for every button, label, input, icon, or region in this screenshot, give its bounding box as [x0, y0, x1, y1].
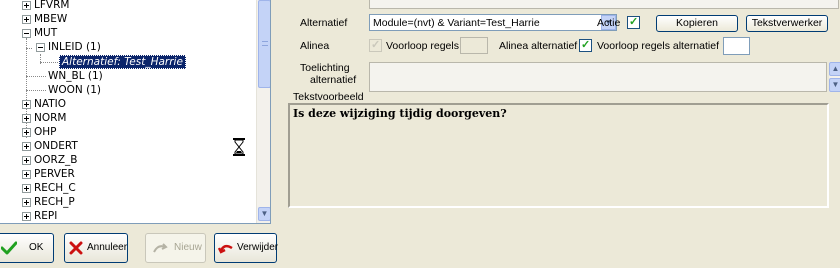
tree-item-label: WOON (1)	[48, 84, 101, 96]
ok-button-label: OK	[29, 242, 44, 253]
expand-plus-icon[interactable]	[22, 1, 31, 10]
tree-item-label: MUT	[34, 27, 58, 39]
new-arrow-icon	[153, 243, 168, 253]
expand-plus-icon[interactable]	[22, 15, 31, 24]
ok-button[interactable]: OK	[0, 233, 54, 263]
voorloop-regels-label: Voorloop regels	[386, 40, 459, 52]
checkmark-icon: ✓	[371, 39, 381, 51]
collapse-minus-icon[interactable]	[22, 29, 31, 38]
expand-plus-icon[interactable]	[22, 170, 31, 179]
tree-item-inleid[interactable]: INLEID (1)	[0, 40, 256, 54]
scroll-up-arrow-icon[interactable]: ▲	[829, 62, 840, 76]
tree-item-mbew[interactable]: MBEW	[0, 12, 256, 26]
alinea-alternatief-label: Alinea alternatief	[499, 40, 578, 52]
tree-item-label: NATIO	[34, 98, 66, 110]
verwijder-button[interactable]: Verwijder	[214, 233, 279, 263]
alternatief-dropdown[interactable]: Module=(nvt) & Variant=Test_Harrie ▼	[369, 14, 617, 31]
hourglass-icon	[233, 138, 245, 156]
tree-item-repi[interactable]: REPI	[0, 209, 256, 223]
expand-plus-icon[interactable]	[22, 156, 31, 165]
scroll-down-arrow-icon[interactable]: ▼	[258, 207, 270, 221]
tree-item-norm[interactable]: NORM	[0, 111, 256, 125]
tree-item-rech-c[interactable]: RECH_C	[0, 181, 256, 195]
annuleer-button[interactable]: Annuleer	[64, 233, 128, 263]
expand-plus-icon[interactable]	[22, 142, 31, 151]
tree-item-mut[interactable]: MUT	[0, 26, 256, 40]
tekstverwerker-button[interactable]: Tekstverwerker	[746, 15, 828, 32]
expand-plus-icon[interactable]	[22, 114, 31, 123]
scroll-down-arrow-icon[interactable]: ▼	[829, 78, 840, 92]
tree-scrollbar[interactable]: ▼	[256, 0, 270, 223]
tekstvoorbeeld-preview: Is deze wijziging tijdig doorgeven?	[288, 103, 829, 208]
tree-item-ohp[interactable]: OHP	[0, 125, 256, 139]
expand-plus-icon[interactable]	[22, 198, 31, 207]
tree-item-alternatief-test-harrie[interactable]: Alternatief: Test_Harrie	[0, 55, 256, 69]
checkmark-icon	[1, 241, 17, 255]
tree-item-rech-p[interactable]: RECH_P	[0, 195, 256, 209]
kopieren-button[interactable]: Kopieren	[656, 15, 738, 32]
alinea-label: Alinea	[300, 40, 330, 52]
tree-item-label: LFVRM	[34, 0, 70, 11]
tree-item-woon[interactable]: WOON (1)	[0, 83, 256, 97]
tree-item-label: PERVER	[34, 168, 75, 180]
tree-item-label: RECH_P	[34, 196, 75, 208]
tree-item-label: OORZ_B	[34, 154, 78, 166]
tree-item-oorz-b[interactable]: OORZ_B	[0, 153, 256, 167]
checkmark-icon: ✓	[581, 39, 591, 51]
checkmark-icon: ✓	[629, 16, 639, 28]
nieuw-button-label: Nieuw	[174, 242, 202, 253]
top-field-edge	[369, 0, 839, 9]
tekstvoorbeeld-label: Tekstvoorbeeld	[293, 91, 364, 103]
verwijder-button-label: Verwijder	[237, 242, 279, 253]
voorloop-regels-alternatief-input[interactable]	[723, 37, 750, 55]
nieuw-button[interactable]: Nieuw	[145, 233, 206, 263]
voorloop-regels-alternatief-checkbox[interactable]: ✓	[579, 39, 592, 52]
preview-text: Is deze wijziging tijdig doorgeven?	[293, 107, 507, 120]
tree-item-wn-bl[interactable]: WN_BL (1)	[0, 69, 256, 83]
tree-item-label: RECH_C	[34, 182, 76, 194]
collapse-minus-icon[interactable]	[36, 43, 45, 52]
detail-panel: Alternatief Module=(nvt) & Variant=Test_…	[285, 0, 840, 224]
tree-item-natio[interactable]: NATIO	[0, 97, 256, 111]
tree-item-label: OHP	[34, 126, 57, 138]
expand-plus-icon[interactable]	[22, 212, 31, 221]
toelichting-alternatief-textarea[interactable]	[369, 62, 827, 92]
toelichting-label: Toelichting	[300, 62, 350, 74]
voorloop-regels-checkbox[interactable]: ✓	[369, 39, 382, 52]
scrollbar-thumb[interactable]	[258, 0, 270, 88]
tree-item-perver[interactable]: PERVER	[0, 167, 256, 181]
close-x-icon	[69, 241, 83, 255]
actie-label: Actie	[597, 17, 621, 29]
expand-plus-icon[interactable]	[22, 184, 31, 193]
tree-view[interactable]: LFVRM MBEW MUT INLEID (1) Alternatief: T…	[0, 0, 271, 224]
expand-plus-icon[interactable]	[22, 100, 31, 109]
expand-plus-icon[interactable]	[22, 128, 31, 137]
tree-item-label: INLEID (1)	[48, 41, 101, 53]
alternatief-dropdown-value: Module=(nvt) & Variant=Test_Harrie	[373, 17, 540, 29]
annuleer-button-label: Annuleer	[87, 242, 128, 253]
alternatief-label: Alternatief	[300, 17, 348, 29]
tree-item-label-selected: Alternatief: Test_Harrie	[59, 55, 186, 69]
delete-arrow-icon	[218, 244, 233, 254]
tree-item-lfvrm[interactable]: LFVRM	[0, 0, 256, 12]
voorloop-regels-input[interactable]	[460, 37, 488, 54]
toelichting-scrollbar[interactable]: ▲ ▼	[829, 62, 840, 92]
tree-item-label: ONDERT	[34, 140, 78, 152]
tree-item-label: REPI	[34, 210, 58, 222]
tree-item-label: MBEW	[34, 13, 68, 25]
actie-checkbox[interactable]: ✓	[627, 16, 640, 29]
tree-item-label: WN_BL (1)	[48, 70, 103, 82]
voorloop-regels-alternatief-label: Voorloop regels alternatief	[597, 40, 719, 52]
tree-item-label: NORM	[34, 112, 67, 124]
toelichting-label-line2: alternatief	[310, 74, 357, 86]
tree-item-ondert[interactable]: ONDERT	[0, 139, 256, 153]
